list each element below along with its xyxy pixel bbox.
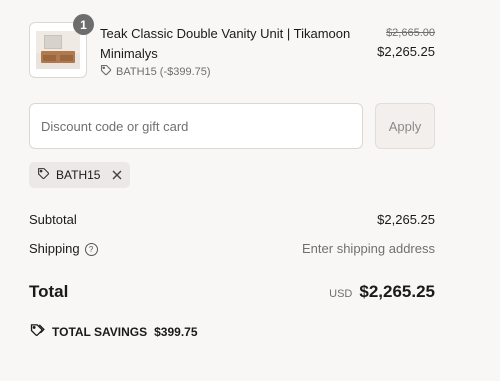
shipping-row-label: Shipping? <box>29 241 98 256</box>
total-label: Total <box>29 282 69 301</box>
shipping-value: Enter shipping address <box>302 241 435 256</box>
current-price: $2,265.25 <box>377 44 435 59</box>
item-discount: BATH15 (-$399.75) <box>100 64 211 79</box>
tag-icon <box>37 167 50 183</box>
total-amount: USD $2,265.25 <box>329 282 435 302</box>
quantity-badge: 1 <box>73 14 94 35</box>
tag-icon <box>100 64 112 79</box>
subtotal-value: $2,265.25 <box>377 212 435 227</box>
savings-label: TOTAL SAVINGS <box>52 324 148 339</box>
subtotal-label: Subtotal <box>29 212 77 227</box>
applied-code-label: BATH15 <box>56 168 101 182</box>
savings-value: $399.75 <box>154 324 198 339</box>
info-icon[interactable]: ? <box>84 243 98 256</box>
tags-icon <box>29 323 45 340</box>
shipping-label: Shipping <box>29 241 80 256</box>
apply-button[interactable]: Apply <box>375 103 435 149</box>
discount-code-input[interactable] <box>29 103 363 149</box>
item-discount-text: BATH15 (-$399.75) <box>116 65 211 78</box>
total-savings: TOTAL SAVINGS $399.75 <box>29 323 198 340</box>
product-title: Teak Classic Double Vanity Unit | Tikamo… <box>100 26 351 61</box>
total-value: $2,265.25 <box>359 282 435 301</box>
close-icon[interactable] <box>112 168 122 183</box>
total-currency: USD <box>329 288 353 300</box>
applied-code-chip: BATH15 <box>29 162 130 188</box>
original-price: $2,665.00 <box>386 27 435 39</box>
